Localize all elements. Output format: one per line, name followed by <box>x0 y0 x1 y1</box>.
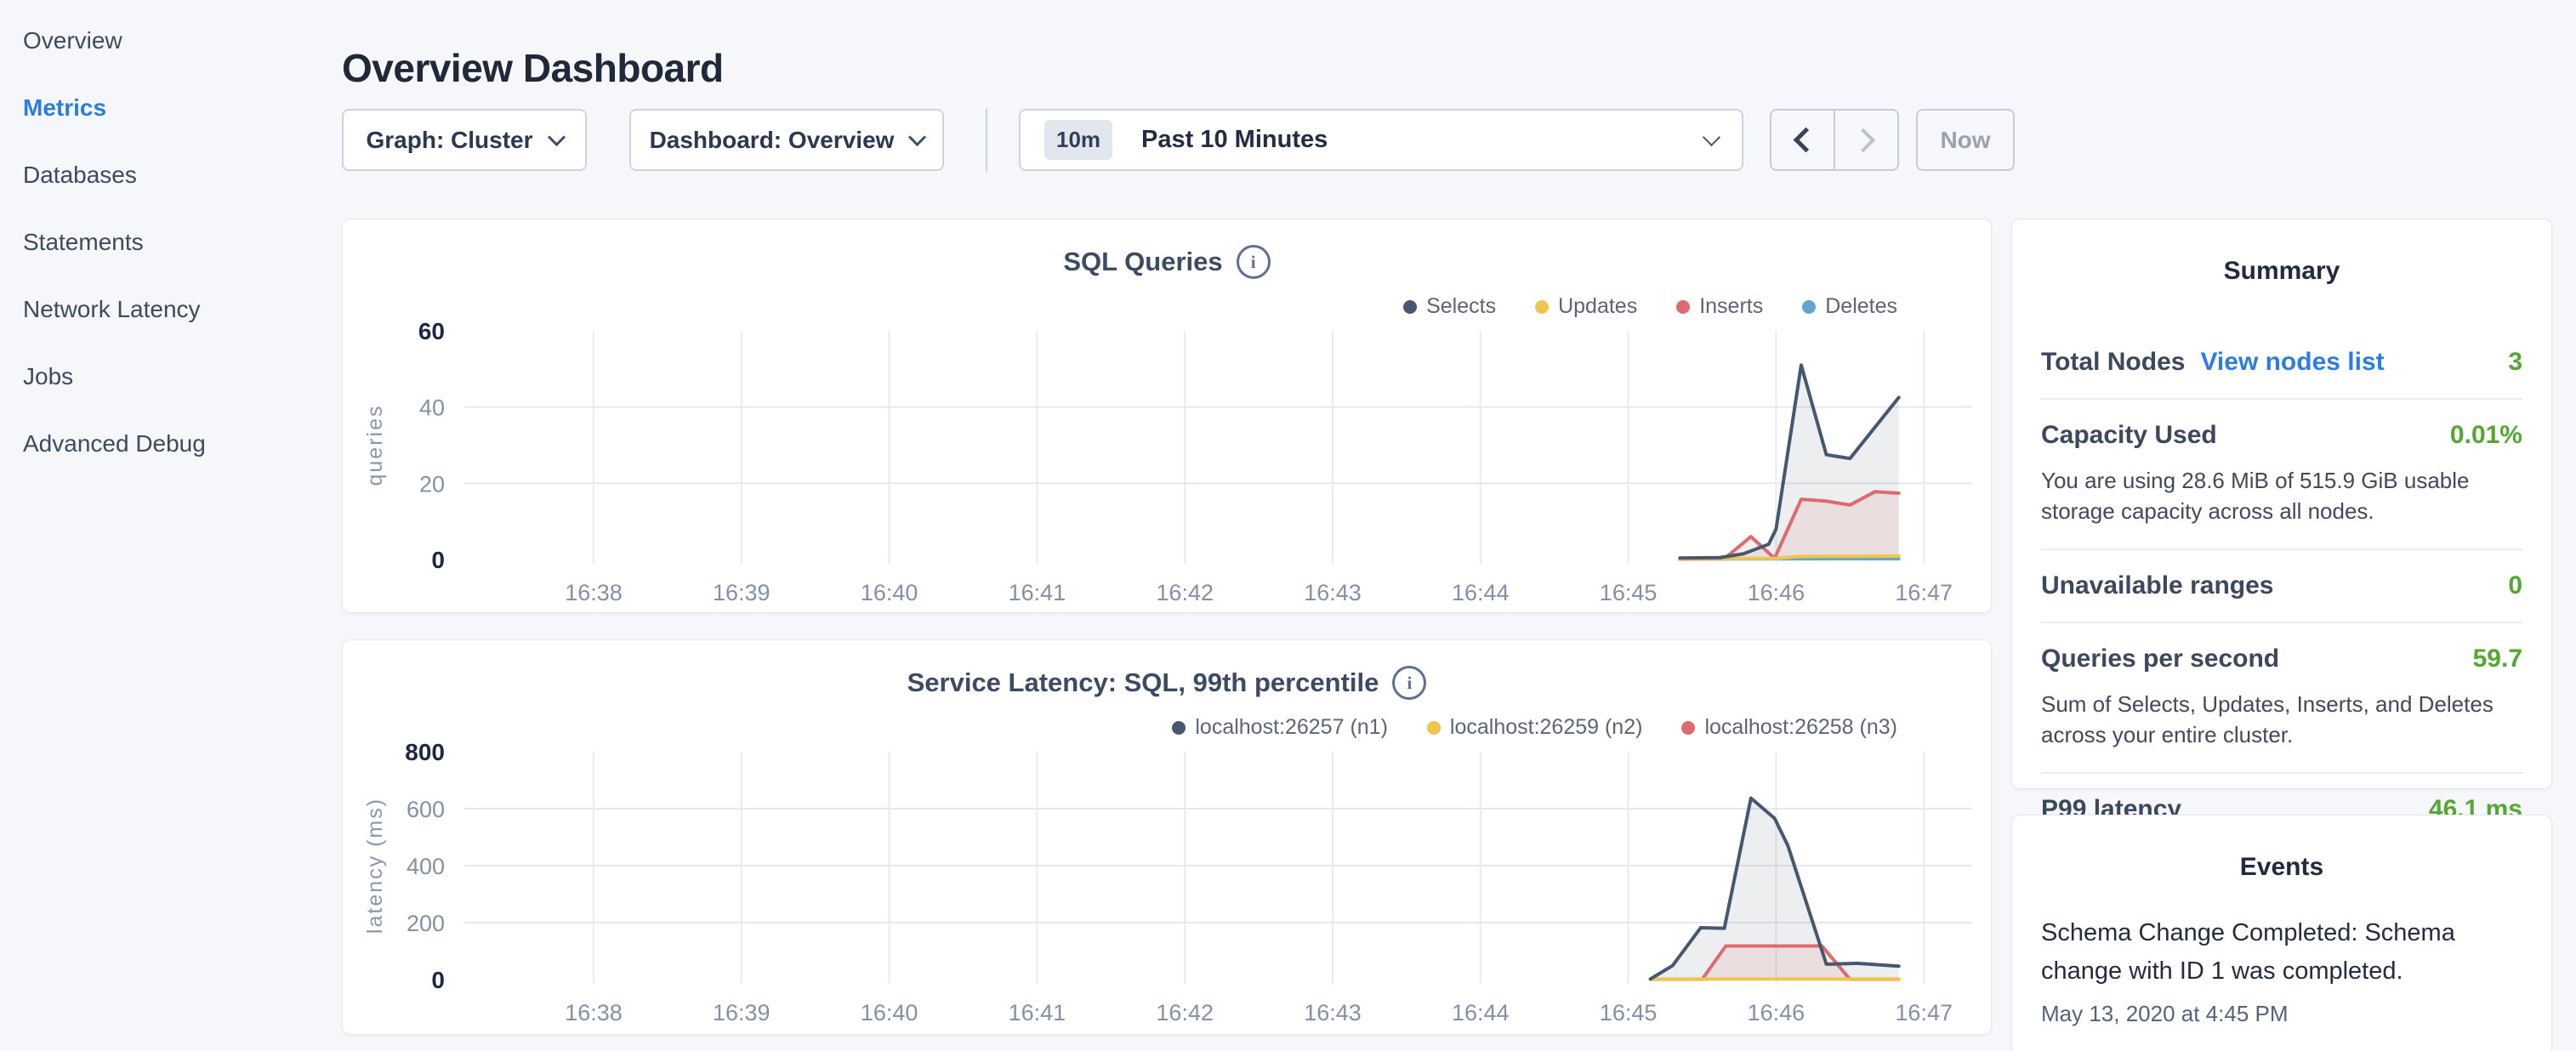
time-step-next-button[interactable] <box>1835 111 1897 169</box>
svg-text:16:38: 16:38 <box>565 1000 623 1025</box>
svg-text:16:45: 16:45 <box>1600 580 1658 605</box>
sidebar-item-advanced-debug[interactable]: Advanced Debug <box>0 410 332 477</box>
svg-text:0: 0 <box>431 547 445 573</box>
svg-text:40: 40 <box>419 395 445 421</box>
summary-label: Capacity Used <box>2041 421 2217 450</box>
service-latency-chart-card: Service Latency: SQL, 99th percentile i … <box>342 639 1992 1035</box>
summary-label: Queries per second <box>2041 645 2279 673</box>
events-panel: Events Schema Change Completed: Schema c… <box>2011 815 2552 1051</box>
summary-description: Sum of Selects, Updates, Inserts, and De… <box>2041 689 2522 751</box>
svg-text:16:40: 16:40 <box>861 580 918 605</box>
svg-text:0: 0 <box>431 967 445 993</box>
sidebar: Overview Metrics Databases Statements Ne… <box>0 0 332 1051</box>
svg-text:16:44: 16:44 <box>1452 1000 1510 1025</box>
svg-text:16:42: 16:42 <box>1156 1000 1214 1025</box>
sidebar-item-network-latency[interactable]: Network Latency <box>0 276 332 343</box>
chevron-right-icon <box>1851 128 1874 151</box>
svg-text:16:43: 16:43 <box>1304 1000 1362 1025</box>
svg-text:600: 600 <box>407 797 445 822</box>
svg-text:16:42: 16:42 <box>1156 580 1214 605</box>
sidebar-item-jobs[interactable]: Jobs <box>0 343 332 410</box>
event-item[interactable]: Schema Change Completed: Schema change w… <box>2041 914 2522 991</box>
summary-label: Total Nodes <box>2041 348 2185 377</box>
svg-text:800: 800 <box>405 739 445 765</box>
time-range-dropdown[interactable]: 10m Past 10 Minutes <box>1019 109 1743 171</box>
svg-text:latency (ms): latency (ms) <box>363 798 387 934</box>
summary-row-unavailable-ranges: Unavailable ranges 0 <box>2041 550 2522 623</box>
time-range-badge: 10m <box>1044 120 1112 160</box>
events-heading: Events <box>2041 853 2522 882</box>
now-button[interactable]: Now <box>1916 109 2015 171</box>
svg-text:400: 400 <box>407 854 445 879</box>
svg-text:16:45: 16:45 <box>1600 1000 1658 1025</box>
svg-text:16:41: 16:41 <box>1009 580 1066 605</box>
sidebar-item-statements[interactable]: Statements <box>0 208 332 276</box>
summary-row-total-nodes: Total Nodes View nodes list 3 <box>2041 327 2522 400</box>
summary-panel: Summary Total Nodes View nodes list 3 Ca… <box>2011 219 2552 789</box>
chevron-down-icon <box>908 128 926 146</box>
summary-description: You are using 28.6 MiB of 515.9 GiB usab… <box>2041 465 2522 527</box>
svg-text:16:47: 16:47 <box>1895 1000 1953 1025</box>
dashboard-dropdown[interactable]: Dashboard: Overview <box>629 109 944 171</box>
app-root: Overview Metrics Databases Statements Ne… <box>0 0 2576 1051</box>
chevron-down-icon <box>547 128 565 146</box>
toolbar-divider <box>986 109 987 171</box>
svg-text:16:44: 16:44 <box>1452 580 1510 605</box>
summary-value: 59.7 <box>2473 645 2522 673</box>
dashboard-label: Dashboard: Overview <box>650 127 895 154</box>
svg-text:200: 200 <box>407 911 445 936</box>
sidebar-item-databases[interactable]: Databases <box>0 141 332 208</box>
time-step-buttons <box>1770 109 1899 171</box>
svg-text:60: 60 <box>418 318 445 344</box>
sidebar-item-metrics[interactable]: Metrics <box>0 74 332 141</box>
svg-text:16:47: 16:47 <box>1895 580 1953 605</box>
chevron-left-icon <box>1794 128 1819 153</box>
svg-text:16:46: 16:46 <box>1748 580 1805 605</box>
summary-row-capacity-used: Capacity Used 0.01% You are using 28.6 M… <box>2041 400 2522 550</box>
sql-queries-chart-card: SQL Queries i SelectsUpdatesInsertsDelet… <box>342 219 1992 613</box>
svg-text:16:43: 16:43 <box>1304 580 1362 605</box>
time-step-prev-button[interactable] <box>1771 111 1835 169</box>
page-title: Overview Dashboard <box>342 45 724 91</box>
latency-chart[interactable]: 0 200 400 600 800 16:38 16:39 16:40 16:41 16:42 16… <box>343 640 1993 1036</box>
sql-queries-chart[interactable]: 0 20 40 60 16:38 16:39 16:40 16:41 16:42 16:43 16:… <box>343 219 1993 614</box>
chevron-down-icon <box>1703 128 1720 146</box>
svg-text:queries: queries <box>363 405 387 486</box>
graph-scope-dropdown[interactable]: Graph: Cluster <box>342 109 587 171</box>
svg-text:16:39: 16:39 <box>713 580 771 605</box>
summary-value: 3 <box>2508 348 2522 377</box>
summary-row-queries-per-second: Queries per second 59.7 Sum of Selects, … <box>2041 623 2522 774</box>
view-nodes-list-link[interactable]: View nodes list <box>2200 348 2384 377</box>
graph-scope-label: Graph: Cluster <box>366 127 532 154</box>
summary-heading: Summary <box>2041 257 2522 286</box>
svg-text:16:38: 16:38 <box>565 580 623 605</box>
summary-label: Unavailable ranges <box>2041 571 2273 600</box>
svg-text:16:41: 16:41 <box>1009 1000 1066 1025</box>
svg-text:16:40: 16:40 <box>861 1000 918 1025</box>
svg-text:20: 20 <box>419 471 445 497</box>
svg-text:16:39: 16:39 <box>713 1000 771 1025</box>
summary-value: 0 <box>2508 571 2522 600</box>
summary-value: 0.01% <box>2450 421 2522 450</box>
sidebar-item-overview[interactable]: Overview <box>0 7 332 74</box>
svg-text:16:46: 16:46 <box>1748 1000 1805 1025</box>
event-timestamp: May 13, 2020 at 4:45 PM <box>2041 1001 2522 1027</box>
time-range-label: Past 10 Minutes <box>1141 126 1328 154</box>
